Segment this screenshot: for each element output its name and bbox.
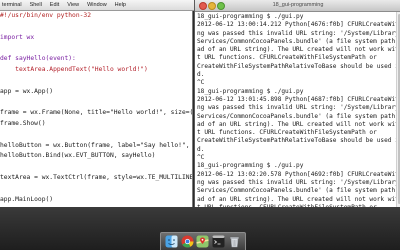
terminal-line: 2012-06-12 13:01:45.898 Python[4687:f0b]… xyxy=(197,95,397,103)
finder-icon[interactable] xyxy=(165,235,178,248)
terminal-line: d. xyxy=(197,71,205,79)
menu-terminal[interactable]: terminal xyxy=(0,0,26,10)
trash-icon[interactable] xyxy=(228,235,241,248)
dock xyxy=(160,232,246,250)
terminal-line: Services/CommonCocoaPanels.bundle' (a fi… xyxy=(197,37,396,45)
terminal-line: ng was passed this invalid URL string: '… xyxy=(197,178,397,186)
chrome-icon[interactable] xyxy=(181,235,194,248)
code-line: textArea.AppendText("Hello world!") xyxy=(0,66,148,73)
code-line: frame = wx.Frame(None, title="Hello worl… xyxy=(0,109,193,117)
terminal-line: Services/CommonCocoaPanels.bundle' (a fi… xyxy=(197,112,396,120)
code-line: frame.Show() xyxy=(0,120,46,127)
menu-edit[interactable]: Edit xyxy=(46,0,63,10)
terminal-line: ^C xyxy=(197,154,205,162)
terminal-line: Services/CommonCocoaPanels.bundle' (a fi… xyxy=(197,187,396,195)
terminal-window[interactable]: 18_gui-programming 18_gui-programming $ … xyxy=(194,0,400,207)
terminal-titlebar[interactable]: 18_gui-programming xyxy=(195,0,400,12)
code-line: app.MainLoop() xyxy=(0,195,54,203)
code-line: helloButton = wx.Button(frame, label="Sa… xyxy=(0,141,193,149)
terminal-line: ng was passed this invalid URL string: '… xyxy=(197,104,397,112)
terminal-line: t URL functions. CFURLCreateWithFileSyst… xyxy=(197,54,377,62)
code-line: app = wx.App() xyxy=(0,87,54,95)
menu-bar: terminal Shell Edit View Window Help xyxy=(0,0,200,11)
terminal-line: ng was passed this invalid URL string: '… xyxy=(197,29,397,37)
terminal-scrollbar[interactable] xyxy=(396,12,400,207)
code-line: def sayHello(event): xyxy=(0,55,76,63)
terminal-line: ad of an URL string). The URL created wi… xyxy=(197,195,397,203)
terminal-line: t URL functions. CFURLCreateWithFileSyst… xyxy=(197,129,377,137)
menu-window[interactable]: Window xyxy=(83,0,111,10)
terminal-title: 18_gui-programming xyxy=(272,2,324,8)
terminal-icon[interactable] xyxy=(212,235,225,248)
terminal-line: CreateWithFileSystemPathRelativeToBase s… xyxy=(197,62,397,70)
maps-icon[interactable] xyxy=(196,235,210,248)
code-editor[interactable]: #!/usr/bin/env python-32 import wx def say… xyxy=(0,11,193,207)
terminal-line: 2012-06-12 13:00:14.212 Python[4676:f0b]… xyxy=(197,21,397,29)
terminal-line: ^C xyxy=(197,79,205,87)
terminal-line: 2012-06-12 13:02:20.578 Python[4692:f0b]… xyxy=(197,170,397,178)
code-line: #!/usr/bin/env python-32 xyxy=(0,12,91,19)
terminal-output[interactable]: 18_gui-programming $ ./gui.py 2012-06-12 … xyxy=(197,13,397,207)
terminal-line: CreateWithFileSystemPathRelativeToBase s… xyxy=(197,137,397,145)
menu-shell[interactable]: Shell xyxy=(26,0,46,10)
terminal-line: d. xyxy=(197,145,205,153)
menu-view[interactable]: View xyxy=(63,0,83,10)
code-line: textArea = wx.TextCtrl(frame, style=wx.T… xyxy=(0,174,193,181)
terminal-line: 18_gui-programming $ ./gui.py xyxy=(197,162,304,170)
code-line: helloButton.Bind(wx.EVT_BUTTON, sayHello… xyxy=(0,152,156,160)
terminal-line: ad of an URL string). The URL created wi… xyxy=(197,120,397,128)
menu-help[interactable]: Help xyxy=(111,0,130,10)
code-line: import wx xyxy=(0,33,35,41)
terminal-line: 18_gui-programming $ ./gui.py xyxy=(197,87,304,95)
terminal-line: 18_gui-programming $ ./gui.py xyxy=(197,13,304,20)
terminal-line: ad of an URL string). The URL created wi… xyxy=(197,46,397,54)
